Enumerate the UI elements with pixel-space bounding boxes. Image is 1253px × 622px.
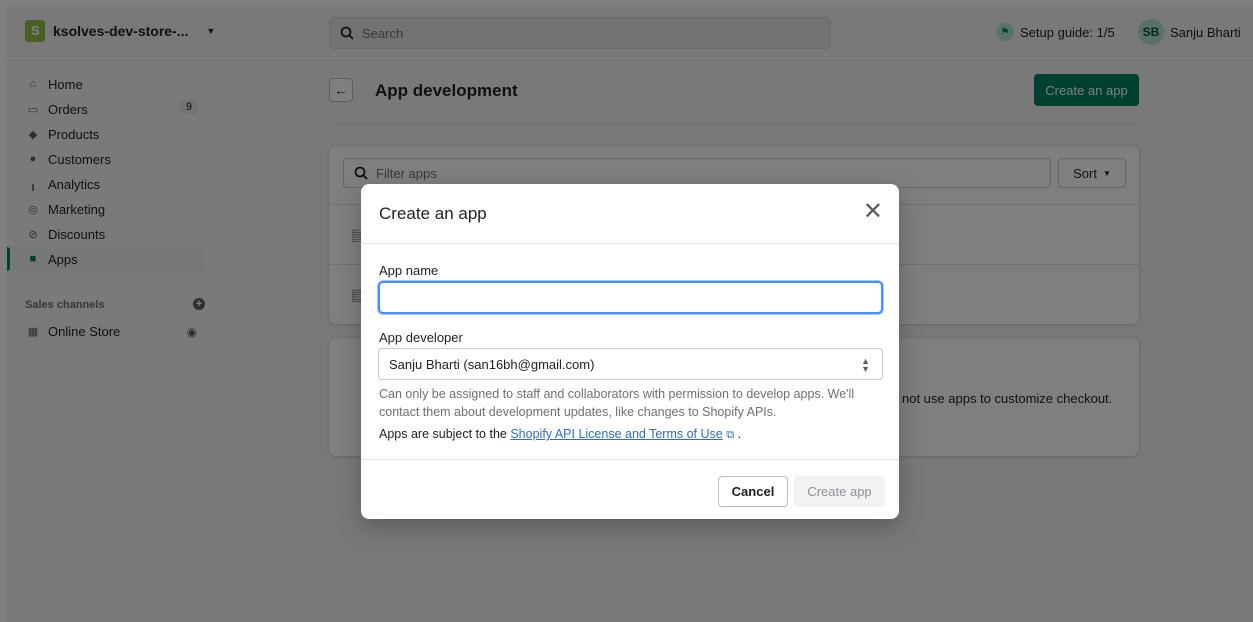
app-developer-value: Sanju Bharti (san16bh@gmail.com) xyxy=(389,356,595,372)
app-developer-select[interactable]: Sanju Bharti (san16bh@gmail.com) ▲ ▼ xyxy=(378,348,883,380)
terms-prefix: Apps are subject to the xyxy=(379,427,507,441)
terms-suffix: . xyxy=(737,427,742,441)
create-app-modal: Create an app ✕ App name App developer S… xyxy=(361,184,899,519)
terms-link[interactable]: Shopify API License and Terms of Use xyxy=(510,427,722,441)
developer-help-text: Can only be assigned to staff and collab… xyxy=(379,387,855,419)
modal-title: Create an app xyxy=(379,204,487,223)
app-developer-label: App developer xyxy=(379,330,463,345)
modal-header: Create an app ✕ xyxy=(361,184,899,244)
external-link-icon: ⧉ xyxy=(726,429,735,441)
terms-text: Apps are subject to the Shopify API Lice… xyxy=(379,427,741,442)
select-arrows-icon: ▲ ▼ xyxy=(861,356,870,374)
cancel-button[interactable]: Cancel xyxy=(718,476,788,507)
app-name-label: App name xyxy=(379,263,439,278)
modal-footer: Cancel Create app xyxy=(361,459,899,519)
close-icon[interactable]: ✕ xyxy=(863,200,883,224)
app-name-input[interactable] xyxy=(378,281,883,314)
create-app-button[interactable]: Create app xyxy=(794,476,885,507)
